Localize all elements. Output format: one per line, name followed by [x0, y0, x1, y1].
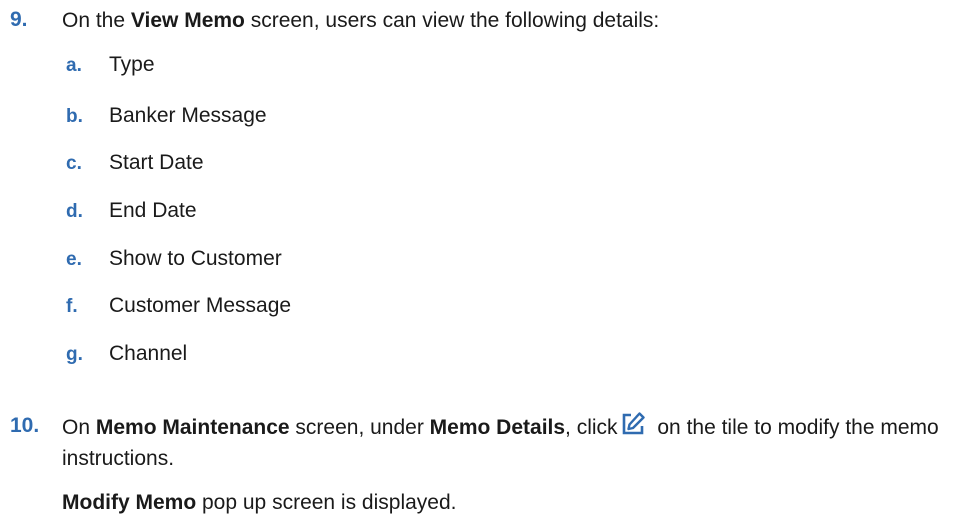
screen-name: View Memo: [130, 9, 245, 32]
section-name: Memo Details: [429, 416, 566, 439]
list-item: b. Banker Message: [0, 104, 976, 134]
list-item: f. Customer Message: [0, 294, 976, 324]
list-item: d. End Date: [0, 199, 976, 229]
step-text-part: screen, under: [289, 416, 430, 439]
list-item-letter: d.: [66, 201, 83, 222]
popup-name: Modify Memo: [62, 491, 197, 514]
step-text: On the View Memo screen, users can view …: [62, 5, 968, 36]
list-item-letter: a.: [66, 55, 82, 76]
list-item-label: Banker Message: [109, 104, 267, 127]
step-text-part: , click: [565, 416, 618, 439]
list-item-letter: e.: [66, 249, 82, 270]
list-item-letter: g.: [66, 344, 83, 365]
step-number: 10.: [10, 414, 40, 437]
step-text-prefix: On the: [62, 9, 131, 32]
list-item: e. Show to Customer: [0, 247, 976, 277]
step-text-part: On: [62, 416, 96, 439]
list-item: c. Start Date: [0, 151, 976, 181]
list-item: a. Type: [0, 53, 976, 83]
list-item-label: Show to Customer: [109, 247, 282, 270]
list-item-letter: b.: [66, 106, 83, 127]
list-item-label: Channel: [109, 342, 188, 365]
list-item-label: End Date: [109, 199, 197, 222]
list-item: g. Channel: [0, 342, 976, 372]
list-item-label: Customer Message: [109, 294, 292, 317]
list-item-label: Type: [109, 53, 155, 76]
screen-name: Memo Maintenance: [95, 416, 290, 439]
list-item-letter: f.: [66, 296, 78, 317]
result-note: Modify Memo pop up screen is displayed.: [62, 491, 457, 515]
result-text: pop up screen is displayed.: [196, 491, 457, 514]
edit-icon: [620, 411, 646, 437]
step-number: 9.: [10, 8, 28, 31]
step-text-suffix: screen, users can view the following det…: [244, 9, 660, 32]
list-item-letter: c.: [66, 153, 82, 174]
list-item-label: Start Date: [109, 151, 204, 174]
step-text: On Memo Maintenance screen, under Memo D…: [62, 411, 968, 474]
